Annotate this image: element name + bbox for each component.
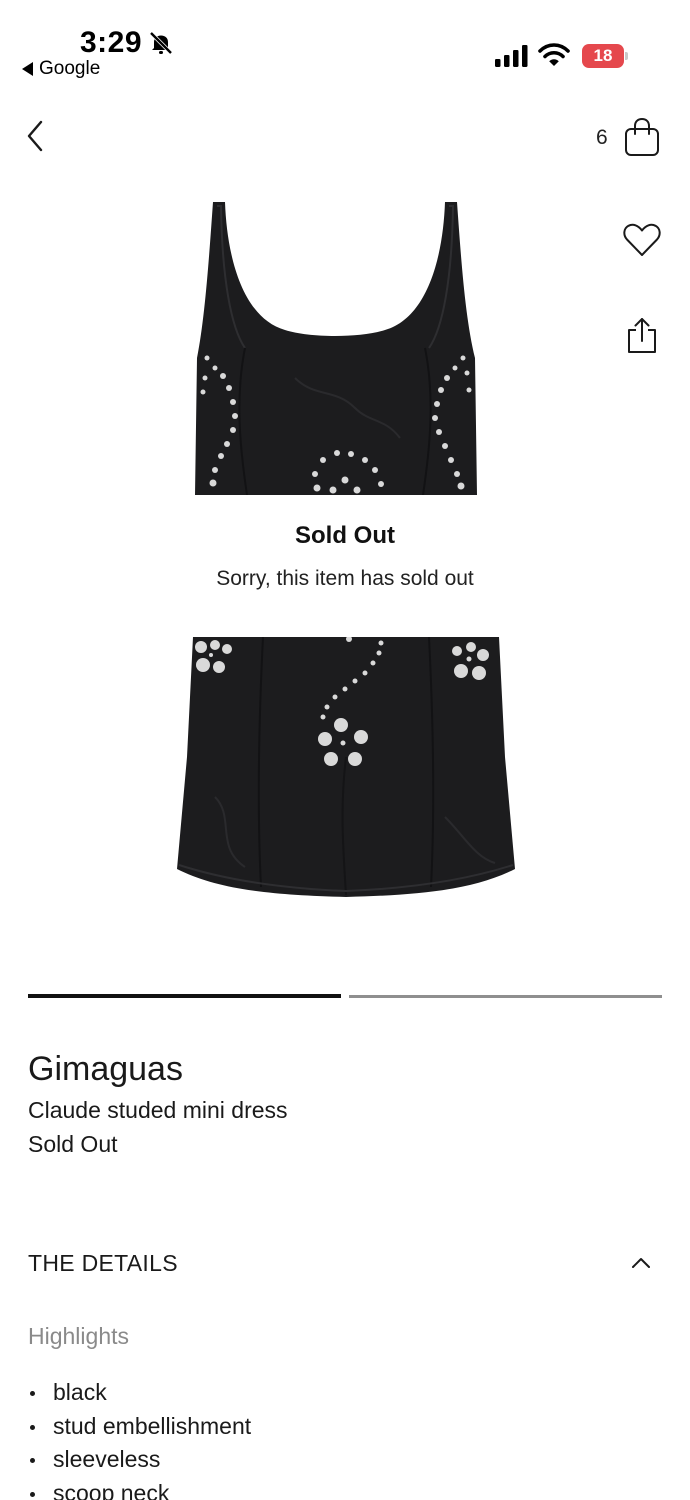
bag-count[interactable]: 6 bbox=[596, 126, 608, 150]
gallery-indicator-inactive[interactable] bbox=[349, 995, 662, 998]
chevron-up-icon bbox=[632, 1258, 650, 1268]
status-time: 3:29 bbox=[80, 26, 143, 59]
highlight-item: sleeveless bbox=[28, 1445, 251, 1479]
wifi-icon bbox=[538, 43, 570, 66]
back-arrow-icon bbox=[22, 62, 33, 76]
highlight-item: stud embellishment bbox=[28, 1412, 251, 1446]
product-brand[interactable]: Gimaguas bbox=[28, 1050, 183, 1089]
product-image-top[interactable] bbox=[185, 198, 485, 495]
sold-out-message: Sorry, this item has sold out bbox=[216, 567, 474, 590]
back-to-app-link[interactable]: Google bbox=[22, 58, 100, 80]
product-name: Claude studed mini dress bbox=[28, 1097, 288, 1123]
details-accordion-header[interactable]: THE DETAILS bbox=[28, 1246, 662, 1280]
status-bar: 3:29 Google 18 bbox=[0, 0, 690, 90]
shopping-bag-icon[interactable] bbox=[622, 116, 662, 158]
product-image-bottom[interactable] bbox=[175, 637, 517, 902]
sold-out-title: Sold Out bbox=[295, 522, 395, 549]
gallery-indicator-active[interactable] bbox=[28, 994, 341, 998]
battery-level: 18 bbox=[582, 44, 624, 68]
battery-icon: 18 bbox=[582, 44, 628, 68]
bell-slash-icon bbox=[149, 31, 173, 55]
product-status: Sold Out bbox=[28, 1131, 118, 1157]
share-icon[interactable] bbox=[624, 316, 660, 356]
cellular-signal-icon bbox=[495, 45, 528, 67]
battery-cap bbox=[625, 52, 628, 60]
heart-icon[interactable] bbox=[622, 222, 662, 258]
highlights-list: black stud embellishment sleeveless scoo… bbox=[28, 1378, 251, 1500]
chevron-left-icon[interactable] bbox=[20, 116, 52, 156]
back-app-label: Google bbox=[39, 58, 101, 79]
highlight-item: scoop neck bbox=[28, 1479, 251, 1500]
highlight-item: black bbox=[28, 1378, 251, 1412]
highlights-title: Highlights bbox=[28, 1323, 129, 1349]
gallery-indicator bbox=[28, 994, 662, 998]
details-title: THE DETAILS bbox=[28, 1249, 178, 1276]
